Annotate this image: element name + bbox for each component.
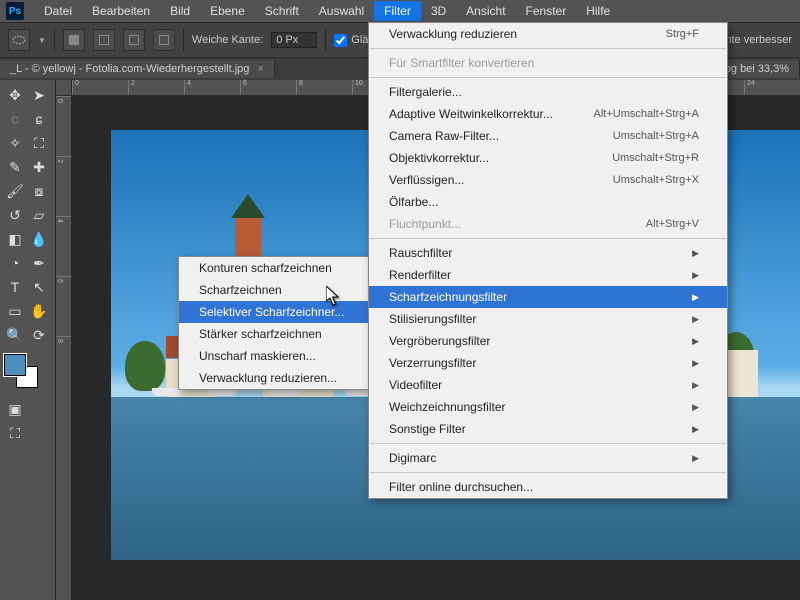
chevron-right-icon: ▶	[692, 336, 699, 347]
menu-item-stilisierungsfilter[interactable]: Stilisierungsfilter▶	[369, 308, 727, 330]
color-swatches[interactable]	[4, 354, 38, 388]
menu-item-filtergalerie[interactable]: Filtergalerie...	[369, 81, 727, 103]
dropdown-caret-icon[interactable]: ▼	[38, 36, 46, 45]
ruler-origin	[56, 80, 72, 96]
dodge-tool-icon[interactable]: ◔	[4, 252, 26, 274]
menubar-item-hilfe[interactable]: Hilfe	[576, 1, 620, 21]
menu-item-weitwinkel[interactable]: Adaptive Weitwinkelkorrektur...Alt+Umsch…	[369, 103, 727, 125]
filter-menu: Verwacklung reduzierenStrg+F Für Smartfi…	[368, 22, 728, 499]
hand-tool-icon[interactable]: ✋	[28, 300, 50, 322]
screenmode-icon[interactable]: ⛶	[4, 422, 26, 444]
menubar-item-fenster[interactable]: Fenster	[516, 1, 577, 21]
arrow-tool-icon[interactable]: ➤	[28, 84, 50, 106]
zoom-tool-icon[interactable]: 🔍	[4, 324, 26, 346]
menubar-item-ebene[interactable]: Ebene	[200, 1, 255, 21]
add-selection-icon[interactable]	[93, 29, 115, 51]
close-icon[interactable]: ×	[257, 63, 263, 75]
submenu-item[interactable]: Stärker scharfzeichnen	[179, 323, 369, 345]
eraser-tool-icon[interactable]: ▱	[28, 204, 50, 226]
tab-label: _L - © yellowj - Fotolia.com-Wiederherge…	[10, 63, 249, 75]
chevron-right-icon: ▶	[692, 270, 699, 281]
menu-item-videofilter[interactable]: Videofilter▶	[369, 374, 727, 396]
chevron-right-icon: ▶	[692, 248, 699, 259]
foreground-color-swatch[interactable]	[4, 354, 26, 376]
menu-item-digimarc[interactable]: Digimarc▶	[369, 447, 727, 469]
subtract-selection-icon[interactable]	[123, 29, 145, 51]
menu-item-scharfzeichnungsfilter[interactable]: Scharfzeichnungsfilter▶	[369, 286, 727, 308]
marquee-tool-icon[interactable]: ◌	[4, 108, 26, 130]
brush-tool-icon[interactable]: 🖌	[4, 180, 26, 202]
wand-tool-icon[interactable]: ✧	[4, 132, 26, 154]
heal-tool-icon[interactable]: ✚	[28, 156, 50, 178]
menu-item-smartfilter: Für Smartfilter konvertieren	[369, 52, 727, 74]
menubar-item-filter[interactable]: Filter	[374, 1, 421, 21]
submenu-item[interactable]: Scharfzeichnen	[179, 279, 369, 301]
type-tool-icon[interactable]: T	[4, 276, 26, 298]
menu-item-vergröberungsfilter[interactable]: Vergröberungsfilter▶	[369, 330, 727, 352]
crop-tool-icon[interactable]: ⛶	[28, 132, 50, 154]
shape-tool-icon[interactable]: ▭	[4, 300, 26, 322]
menu-item-reduce-shake[interactable]: Verwacklung reduzierenStrg+F	[369, 23, 727, 45]
chevron-right-icon: ▶	[692, 380, 699, 391]
menubar-item-bild[interactable]: Bild	[160, 1, 200, 21]
photoshop-logo: Ps	[6, 2, 24, 20]
menu-item-filter-online[interactable]: Filter online durchsuchen...	[369, 476, 727, 498]
rotate-tool-icon[interactable]: ⟳	[28, 324, 50, 346]
menu-item-rauschfilter[interactable]: Rauschfilter▶	[369, 242, 727, 264]
menu-item-verzerrungsfilter[interactable]: Verzerrungsfilter▶	[369, 352, 727, 374]
chevron-right-icon: ▶	[692, 402, 699, 413]
menu-item-cameraraw[interactable]: Camera Raw-Filter...Umschalt+Strg+A	[369, 125, 727, 147]
menu-item-fluchtpunkt: Fluchtpunkt...Alt+Strg+V	[369, 213, 727, 235]
stamp-tool-icon[interactable]: ⧇	[28, 180, 50, 202]
intersect-selection-icon[interactable]	[153, 29, 175, 51]
pen-tool-icon[interactable]: ✒	[28, 252, 50, 274]
menubar-item-auswahl[interactable]: Auswahl	[309, 1, 374, 21]
menubar-item-schrift[interactable]: Schrift	[255, 1, 309, 21]
chevron-right-icon: ▶	[692, 358, 699, 369]
tool-panel: ✥➤ ◌ɕ ✧⛶ ✎✚ 🖌⧇ ↺▱ ◧💧 ◔✒ T↖ ▭✋ 🔍⟳ ▣ ⛶	[0, 80, 56, 600]
menu-item-weichzeichnungsfilter[interactable]: Weichzeichnungsfilter▶	[369, 396, 727, 418]
submenu-item[interactable]: Selektiver Scharfzeichner...	[179, 301, 369, 323]
menubar-item-bearbeiten[interactable]: Bearbeiten	[82, 1, 160, 21]
submenu-item[interactable]: Unscharf maskieren...	[179, 345, 369, 367]
lasso-tool-icon[interactable]: ɕ	[28, 108, 50, 130]
eyedropper-tool-icon[interactable]: ✎	[4, 156, 26, 178]
menubar-item-datei[interactable]: Datei	[34, 1, 82, 21]
feather-label: Weiche Kante:	[192, 34, 263, 46]
move-tool-icon[interactable]: ✥	[4, 84, 26, 106]
ruler-vertical: 02468	[56, 96, 72, 600]
gradient-tool-icon[interactable]: ◧	[4, 228, 26, 250]
new-selection-icon[interactable]	[63, 29, 85, 51]
menubar-item-3d[interactable]: 3D	[421, 1, 456, 21]
menu-item-oelfarbe[interactable]: Ölfarbe...	[369, 191, 727, 213]
menu-item-objektiv[interactable]: Objektivkorrektur...Umschalt+Strg+R	[369, 147, 727, 169]
sharpen-submenu: Konturen scharfzeichnenScharfzeichnenSel…	[178, 256, 370, 390]
document-tab[interactable]: _L - © yellowj - Fotolia.com-Wiederherge…	[0, 60, 275, 78]
menu-item-verfluessigen[interactable]: Verflüssigen...Umschalt+Strg+X	[369, 169, 727, 191]
tool-preset-icon[interactable]	[8, 29, 30, 51]
submenu-item[interactable]: Verwacklung reduzieren...	[179, 367, 369, 389]
submenu-item[interactable]: Konturen scharfzeichnen	[179, 257, 369, 279]
cursor-icon	[326, 286, 340, 306]
chevron-right-icon: ▶	[692, 314, 699, 325]
path-tool-icon[interactable]: ↖	[28, 276, 50, 298]
history-brush-tool-icon[interactable]: ↺	[4, 204, 26, 226]
quickmask-icon[interactable]: ▣	[4, 398, 26, 420]
menubar-item-ansicht[interactable]: Ansicht	[456, 1, 515, 21]
chevron-right-icon: ▶	[692, 453, 699, 464]
chevron-right-icon: ▶	[692, 292, 699, 303]
menubar: Ps DateiBearbeitenBildEbeneSchriftAuswah…	[0, 0, 800, 22]
menu-item-renderfilter[interactable]: Renderfilter▶	[369, 264, 727, 286]
blur-tool-icon[interactable]: 💧	[28, 228, 50, 250]
feather-input[interactable]	[271, 32, 317, 48]
chevron-right-icon: ▶	[692, 424, 699, 435]
menu-item-sonstige filter[interactable]: Sonstige Filter▶	[369, 418, 727, 440]
